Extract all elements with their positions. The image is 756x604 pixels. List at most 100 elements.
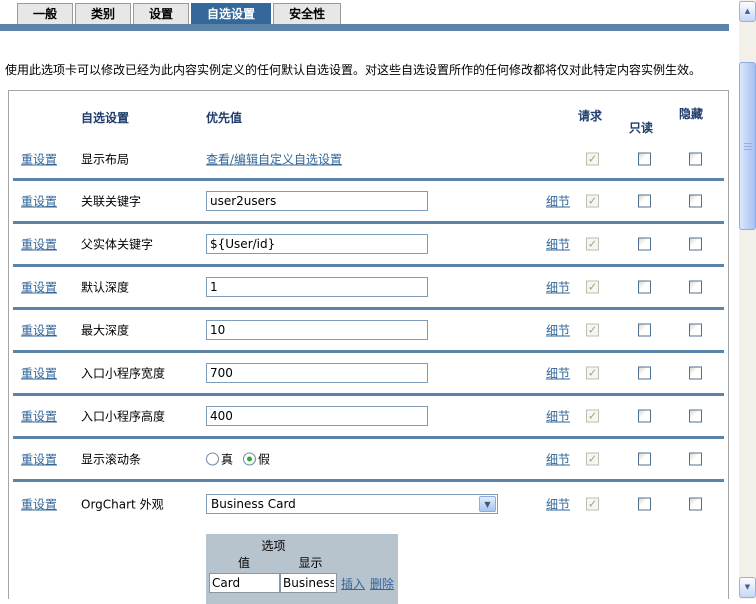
reset-link[interactable]: 重设置 (21, 150, 57, 167)
radio-false[interactable] (243, 452, 257, 466)
setting-label: 入口小程序宽度 (81, 366, 166, 381)
request-checkbox: ✓ (586, 497, 599, 511)
options-title: 选项 (261, 539, 286, 553)
hidden-checkbox[interactable] (689, 497, 702, 511)
setting-label: 关联关键字 (81, 194, 142, 209)
setting-label: 显示布局 (81, 152, 130, 166)
table-row-portlet-width: 重设置 入口小程序宽度 细节 ✓ (9, 353, 728, 393)
reset-link[interactable]: 重设置 (21, 365, 57, 382)
tab-category[interactable]: 类别 (75, 3, 132, 24)
options-display-column-header: 显示 (298, 555, 323, 570)
check-icon: ✓ (587, 497, 598, 511)
option-display-input[interactable] (280, 573, 337, 593)
check-icon: ✓ (587, 280, 598, 294)
details-link[interactable]: 细节 (546, 365, 570, 382)
portlet-height-input[interactable] (206, 406, 428, 426)
request-checkbox: ✓ (586, 152, 599, 165)
show-scrollbar-radio-group: 真 假 (206, 451, 278, 468)
parent-entity-keyword-input[interactable] (206, 234, 428, 254)
table-header-row: 自选设置 优先值 请求 只读 隐藏 (9, 91, 728, 139)
readonly-checkbox[interactable] (638, 323, 651, 337)
hidden-checkbox[interactable] (689, 194, 702, 208)
radio-false-label: 假 (258, 452, 271, 467)
reset-link[interactable]: 重设置 (21, 322, 57, 339)
table-row-portlet-height: 重设置 入口小程序高度 细节 ✓ (9, 396, 728, 436)
reset-link[interactable]: 重设置 (21, 451, 57, 468)
details-link[interactable]: 细节 (546, 408, 570, 425)
tab-bar: 一般 类别 设置 自选设置 安全性 (17, 3, 342, 24)
tab-general[interactable]: 一般 (17, 3, 74, 24)
chevron-down-icon: ▼ (744, 583, 751, 591)
reset-link[interactable]: 重设置 (21, 193, 57, 210)
radio-true[interactable] (206, 452, 219, 466)
readonly-checkbox[interactable] (638, 194, 651, 208)
readonly-checkbox[interactable] (638, 366, 651, 380)
reset-link[interactable]: 重设置 (21, 408, 57, 425)
scroll-down-button[interactable]: ▼ (739, 577, 756, 598)
scrollbar-grip (744, 143, 752, 151)
options-column-headers: 值 显示 (207, 553, 340, 571)
hidden-checkbox[interactable] (689, 152, 702, 165)
setting-label: 默认深度 (81, 280, 130, 295)
hidden-checkbox[interactable] (689, 280, 702, 294)
check-icon: ✓ (587, 323, 598, 337)
setting-label: 入口小程序高度 (81, 409, 166, 424)
tab-custom-settings[interactable]: 自选设置 (191, 3, 272, 24)
check-icon: ✓ (587, 366, 598, 380)
hidden-checkbox[interactable] (689, 237, 702, 251)
option-value-input[interactable] (209, 573, 280, 593)
table-row-orgchart-appearance: 重设置 OrgChart 外观 Business Card ▼ 细节 ✓ (9, 482, 728, 526)
details-link[interactable]: 细节 (546, 496, 570, 513)
details-link[interactable]: 细节 (546, 193, 570, 210)
tab-settings[interactable]: 设置 (133, 3, 190, 24)
delete-link[interactable]: 删除 (370, 575, 394, 592)
readonly-checkbox[interactable] (638, 152, 651, 165)
setting-label: 最大深度 (81, 323, 130, 338)
reset-link[interactable]: 重设置 (21, 496, 57, 513)
association-keyword-input[interactable] (206, 191, 428, 211)
readonly-checkbox[interactable] (638, 497, 651, 511)
details-link[interactable]: 细节 (546, 451, 570, 468)
readonly-checkbox[interactable] (638, 237, 651, 251)
view-edit-custom-settings-link[interactable]: 查看/编辑自定义自选设置 (206, 150, 342, 167)
setting-label: 父实体关键字 (81, 237, 154, 252)
scrollbar-thumb[interactable] (739, 62, 756, 230)
orgchart-appearance-select[interactable]: Business Card ▼ (206, 494, 498, 514)
details-link[interactable]: 细节 (546, 279, 570, 296)
table-row-display-layout: 重设置 显示布局 查看/编辑自定义自选设置 ✓ (9, 139, 728, 178)
column-header-hidden: 隐藏 (679, 107, 704, 121)
selected-option-label: Business Card (211, 497, 296, 511)
chevron-down-icon[interactable]: ▼ (479, 496, 496, 512)
chevron-up-icon: ▲ (744, 7, 751, 15)
options-value-column-header: 值 (237, 555, 250, 570)
details-link[interactable]: 细节 (546, 322, 570, 339)
table-row-default-depth: 重设置 默认深度 细节 ✓ (9, 267, 728, 307)
scroll-up-button[interactable]: ▲ (739, 1, 756, 22)
check-icon: ✓ (587, 237, 598, 251)
tab-security[interactable]: 安全性 (273, 3, 342, 24)
readonly-checkbox[interactable] (638, 280, 651, 294)
reset-link[interactable]: 重设置 (21, 279, 57, 296)
setting-label: OrgChart 外观 (81, 497, 164, 512)
hidden-checkbox[interactable] (689, 366, 702, 380)
hidden-checkbox[interactable] (689, 323, 702, 337)
readonly-checkbox[interactable] (638, 452, 651, 466)
portlet-width-input[interactable] (206, 363, 428, 383)
details-link[interactable]: 细节 (546, 236, 570, 253)
request-checkbox: ✓ (586, 237, 599, 251)
request-checkbox: ✓ (586, 452, 599, 466)
hidden-checkbox[interactable] (689, 409, 702, 423)
radio-true-label: 真 (221, 452, 234, 467)
vertical-scrollbar[interactable]: ▲ ▼ (739, 0, 756, 599)
max-depth-input[interactable] (206, 320, 428, 340)
check-icon: ✓ (587, 452, 598, 466)
setting-label: 显示滚动条 (81, 452, 142, 467)
hidden-checkbox[interactable] (689, 452, 702, 466)
insert-link[interactable]: 插入 (341, 575, 365, 592)
default-depth-input[interactable] (206, 277, 428, 297)
table-row-parent-entity-keyword: 重设置 父实体关键字 细节 ✓ (9, 224, 728, 264)
readonly-checkbox[interactable] (638, 409, 651, 423)
column-header-value: 优先值 (206, 111, 243, 125)
table-row-association-keyword: 重设置 关联关键字 细节 ✓ (9, 181, 728, 221)
reset-link[interactable]: 重设置 (21, 236, 57, 253)
